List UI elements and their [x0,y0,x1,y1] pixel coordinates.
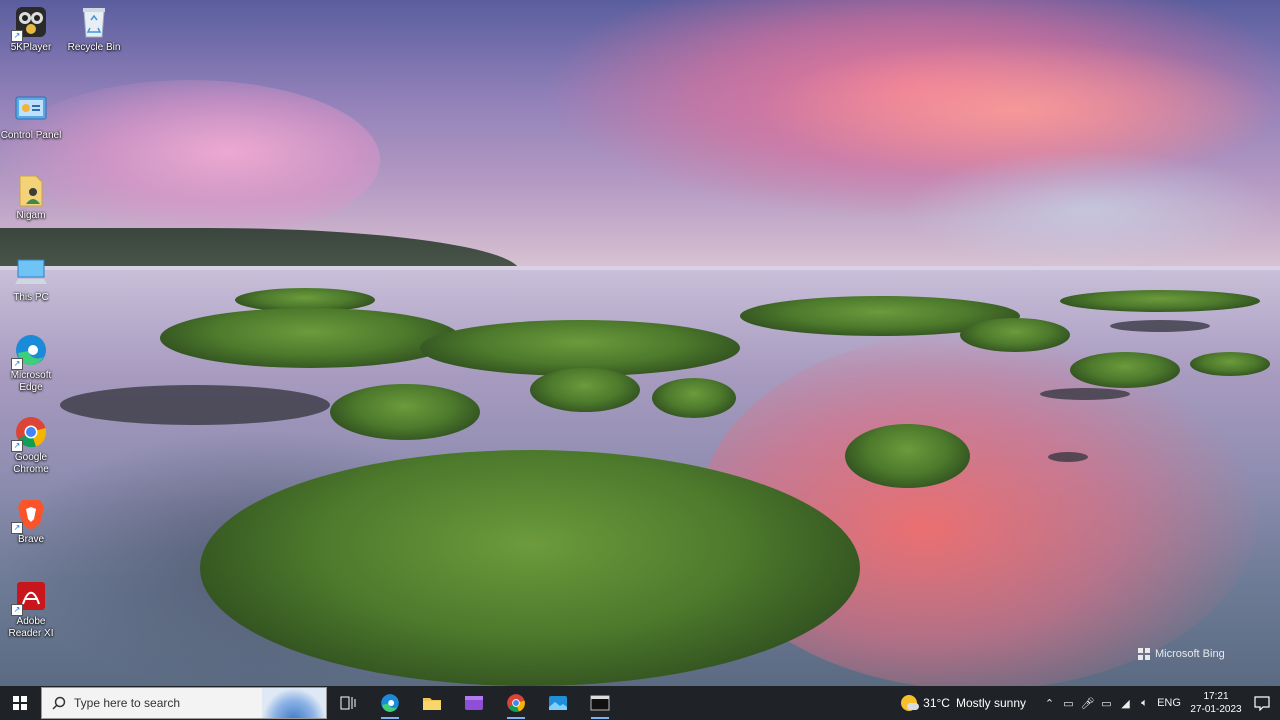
clock-time: 17:21 [1203,691,1229,702]
wallpaper-rock [1048,452,1088,462]
battery-icon[interactable]: ▭ [1097,697,1116,710]
desktop-icon-brave[interactable]: ↗ Brave [0,496,62,546]
desktop-wallpaper: ↗ 5KPlayer Recycle Bin Control Panel Nig… [0,0,1280,686]
desktop-icon-label: Control Panel [0,130,62,141]
wallpaper-rock [60,385,330,425]
weather-sun-icon [901,695,920,711]
desktop-icon-label: Microsoft Edge [10,370,52,393]
wallpaper-plant [1070,352,1180,388]
desktop-icon-user-folder[interactable]: Nigam [0,172,62,222]
wallpaper-plant [652,378,736,418]
chrome-icon [507,694,525,712]
weather-widget[interactable]: 31°C Mostly sunny [901,695,1026,711]
weather-temperature: 31°C [923,696,950,710]
chrome-icon: ↗ [11,414,49,452]
windows-mark-icon [1138,648,1150,660]
this-pc-icon [13,254,49,290]
taskbar-chrome-button[interactable] [495,686,537,720]
wallpaper-plant [1190,352,1270,376]
bing-watermark-text: Microsoft Bing [1155,648,1225,660]
notification-button[interactable] [1244,695,1280,711]
system-tray: 31°C Mostly sunny ⌃ ▭ 🎤︎ ▭ ◢ 🔈︎ ENG 17:2… [901,686,1280,720]
taskbar-search-box[interactable]: Type here to search [41,687,327,719]
desktop-icon-adobe-reader[interactable]: ↗ Adobe Reader XI [0,578,62,640]
wallpaper-plant [1060,290,1260,312]
photos-icon [549,696,567,710]
microphone-icon[interactable]: 🎤︎ [1078,697,1097,710]
wallpaper-plant [160,308,460,368]
desktop-icon-edge[interactable]: ↗ Microsoft Edge [0,332,62,394]
desktop-icon-label: Brave [17,534,45,545]
wallpaper-plant [530,368,640,412]
wallpaper-plant [960,318,1070,352]
wallpaper-plant [330,384,480,440]
search-placeholder: Type here to search [74,696,181,710]
file-explorer-icon [423,698,441,710]
wallpaper-rock [1110,320,1210,332]
desktop-icon-control-panel[interactable]: Control Panel [0,92,62,142]
desktop-icon-label: Google Chrome [13,452,49,475]
desktop-icon-chrome[interactable]: ↗ Google Chrome [0,414,62,476]
control-panel-icon [13,92,49,128]
taskbar-file-explorer-button[interactable] [411,686,453,720]
taskbar-app-button[interactable] [453,686,495,720]
language-indicator[interactable]: ENG [1154,697,1184,709]
taskbar-edge-button[interactable] [369,686,411,720]
terminal-icon [590,695,610,711]
volume-icon[interactable]: 🔈︎ [1135,697,1154,710]
task-view-button[interactable] [327,686,369,720]
desktop-icon-label: Nigam [16,210,46,221]
edge-icon [381,694,399,712]
start-button[interactable] [0,686,40,720]
brave-icon: ↗ [11,496,49,534]
wallpaper-plant-foreground [200,450,860,686]
windows-logo-icon [13,696,27,710]
desktop-icon-5kplayer[interactable]: ↗ 5KPlayer [0,4,62,54]
meet-now-icon[interactable]: ▭ [1059,697,1078,710]
clock-date: 27-01-2023 [1190,704,1242,715]
search-icon [52,696,66,710]
task-view-icon [340,696,356,710]
taskbar-photos-button[interactable] [537,686,579,720]
app-icon [465,696,483,710]
bing-watermark: Microsoft Bing [1138,648,1225,660]
taskbar: Type here to search 31°C Mostly sunny ⌃ … [0,686,1280,720]
desktop-icon-label: This PC [13,292,49,303]
adobe-reader-icon: ↗ [11,578,49,616]
clock[interactable]: 17:21 27-01-2023 [1188,690,1244,716]
wallpaper-rock [1040,388,1130,400]
search-highlight-image [262,688,326,718]
notification-icon [1254,695,1270,711]
taskbar-terminal-button[interactable] [579,686,621,720]
desktop-icon-recycle-bin[interactable]: Recycle Bin [63,4,125,54]
user-folder-icon [13,172,49,208]
desktop-icon-label: Adobe Reader XI [8,616,54,639]
desktop-icon-label: 5KPlayer [10,42,52,53]
5kplayer-icon: ↗ [11,4,49,42]
network-icon[interactable]: ◢ [1116,697,1135,710]
chevron-up-icon[interactable]: ⌃ [1040,697,1059,710]
desktop-icon-this-pc[interactable]: This PC [0,254,62,304]
weather-condition: Mostly sunny [955,696,1026,710]
desktop-icon-label: Recycle Bin [67,42,121,53]
edge-icon: ↗ [11,332,49,370]
recycle-bin-icon [76,4,112,40]
wallpaper-plant [845,424,970,488]
